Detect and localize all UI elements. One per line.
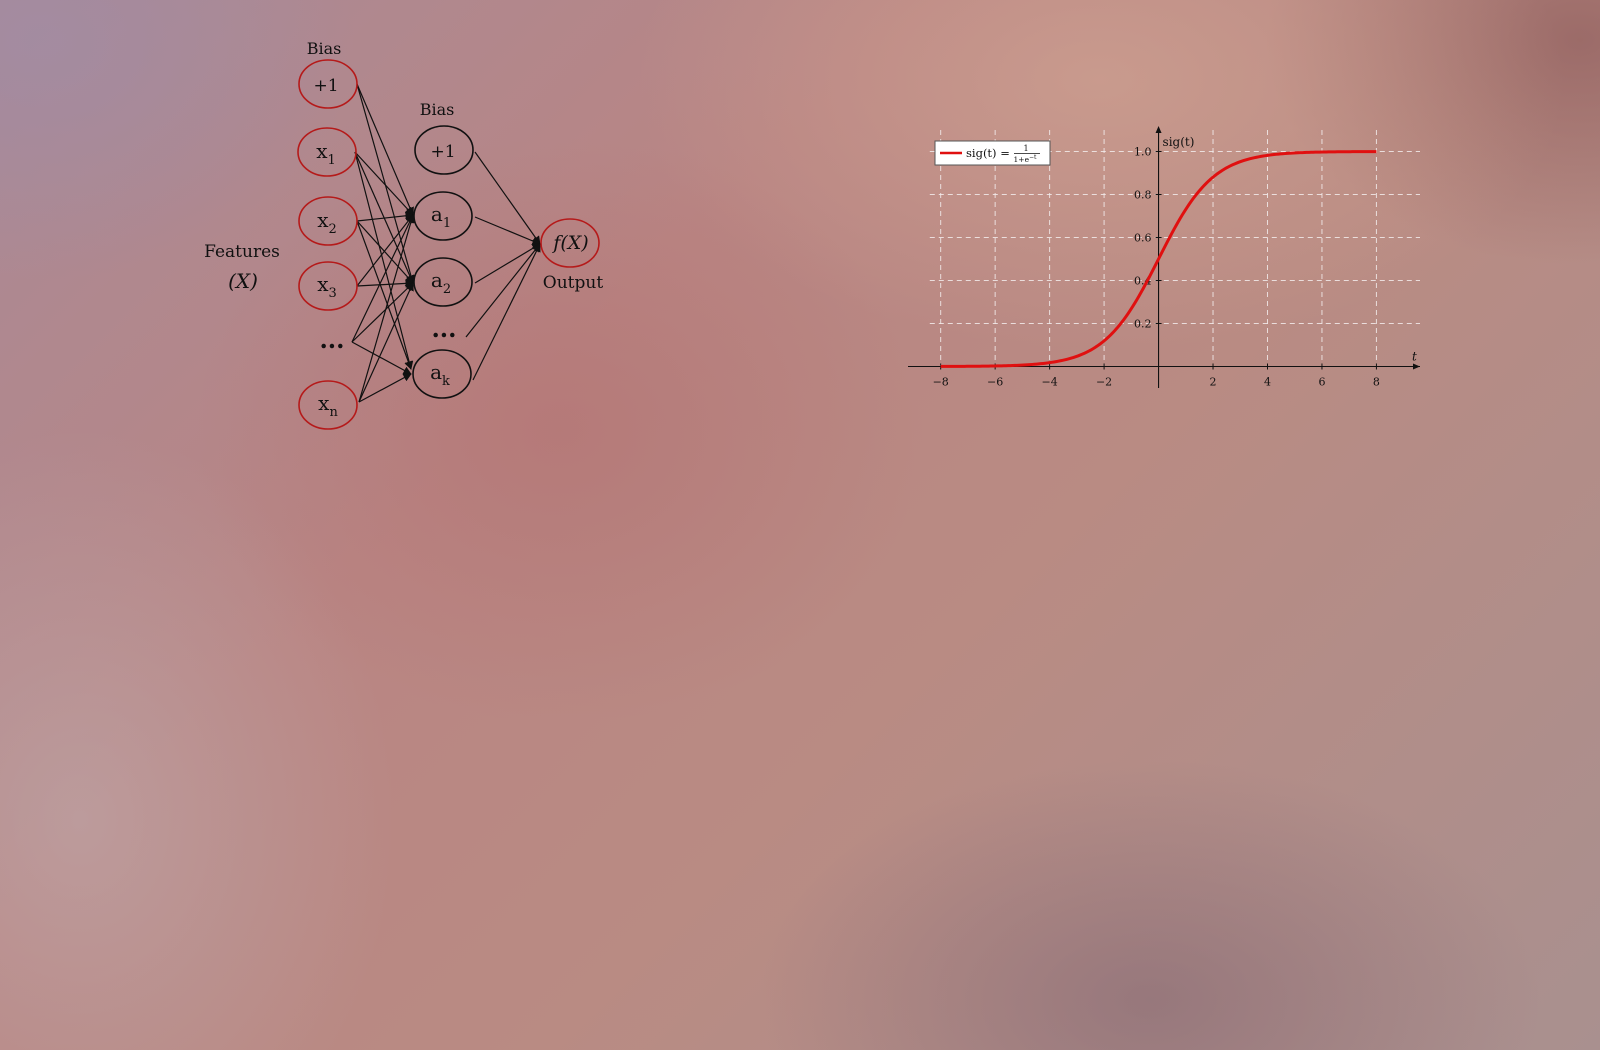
node-label: ak (430, 360, 450, 389)
edge (465, 243, 541, 338)
input-to-hidden-edges (351, 83, 415, 403)
x-tick-label: −2 (1096, 376, 1112, 389)
edge (356, 83, 414, 216)
hidden-ellipsis: ... (431, 314, 456, 343)
y-tick-label: 1.0 (1134, 146, 1152, 159)
x-tick-label: −4 (1042, 376, 1058, 389)
input-node-xn: xn (298, 380, 358, 430)
node-label: x3 (317, 272, 337, 301)
x-axis-label: t (1412, 350, 1417, 364)
x-tick-label: −6 (987, 376, 1003, 389)
x-tick-label: 8 (1373, 376, 1380, 389)
y-axis-label: sig(t) (1163, 135, 1195, 149)
input-bias-label: Bias (307, 39, 342, 58)
edge (356, 279, 414, 288)
y-tick-label: 0.8 (1134, 189, 1152, 202)
hidden-layer: +1 a1 a2 ... ak (412, 125, 474, 399)
node-label: x1 (316, 139, 336, 168)
x-tick-label: 4 (1264, 376, 1271, 389)
x-tick-label: −8 (933, 376, 949, 389)
y-axis-arrow (1155, 126, 1162, 133)
features-symbol: (X) (228, 269, 258, 293)
node-label: +1 (313, 76, 338, 96)
node-label: xn (318, 391, 338, 420)
node-label: +1 (430, 142, 455, 162)
node-label: x2 (317, 208, 337, 237)
chart-ticks: −8 −6 −4 −2 2 4 6 80.20.40.60.81.0 (933, 146, 1380, 389)
y-tick-label: 0.2 (1134, 318, 1152, 331)
node-label: a1 (431, 202, 451, 231)
hidden-to-output-edges (465, 151, 541, 381)
output-node-label: f(X) (551, 232, 588, 254)
y-tick-label: 0.6 (1134, 232, 1152, 245)
input-layer: +1 x1 x2 x3 ... xn (297, 59, 358, 430)
chart-legend: sig(t) = 1 1+e−t (934, 140, 1051, 166)
x-tick-label: 6 (1318, 376, 1325, 389)
input-node-bias: +1 (298, 59, 358, 109)
node-label: a2 (431, 268, 451, 297)
sigmoid-chart: tsig(t) −8 −6 −4 −2 2 4 6 80.20.40.60.81.0 sig(… (908, 126, 1420, 389)
input-node-x3: x3 (298, 261, 358, 311)
input-node-x2: x2 (298, 196, 358, 246)
hidden-node-bias: +1 (414, 125, 474, 175)
neural-network-diagram: Bias Bias Features (X) Output +1 x1 x2 x… (204, 39, 604, 430)
edge (358, 373, 412, 403)
legend-formula-num: 1 (1023, 144, 1028, 153)
edge (358, 214, 415, 403)
output-label: Output (543, 273, 604, 293)
hidden-node-ak: ak (412, 349, 472, 399)
x-tick-label: 2 (1210, 376, 1217, 389)
output-node: f(X) (540, 218, 600, 268)
x-axis-arrow (1413, 363, 1420, 370)
legend-formula-main: sig(t) = (966, 146, 1010, 160)
hidden-node-a1: a1 (413, 191, 473, 241)
edge (356, 214, 414, 287)
edge (356, 83, 415, 284)
hidden-bias-label: Bias (420, 100, 455, 119)
edge (351, 341, 412, 375)
hidden-node-a2: a2 (413, 257, 473, 307)
input-node-x1: x1 (297, 127, 357, 177)
input-ellipsis: ... (319, 325, 344, 354)
features-label: Features (204, 242, 280, 262)
